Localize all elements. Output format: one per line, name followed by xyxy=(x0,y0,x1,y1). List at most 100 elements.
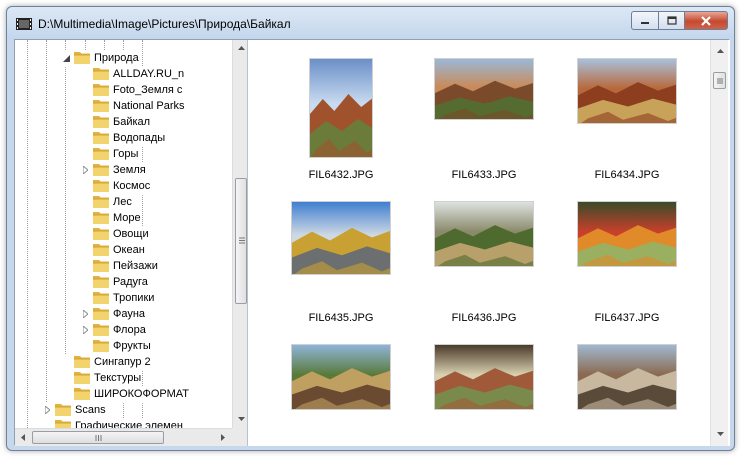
folder-icon xyxy=(74,50,94,67)
tree-vertical-scrollbar[interactable] xyxy=(232,40,247,428)
tree-item-label: ALLDAY.RU_n xyxy=(113,68,185,80)
tree-guide-line xyxy=(46,40,47,428)
scroll-right-arrow-icon[interactable] xyxy=(215,429,231,445)
collapsed-arrow-icon[interactable] xyxy=(42,405,52,415)
collapsed-arrow-icon[interactable] xyxy=(80,325,90,335)
tree-hscroll-thumb[interactable] xyxy=(32,431,164,444)
folder-icon xyxy=(93,194,113,211)
minimize-button[interactable] xyxy=(631,11,658,30)
tree-item[interactable]: National Parks xyxy=(80,98,185,114)
tree-item-label: Радуга xyxy=(113,276,148,288)
thumbnail-item[interactable]: FIL6432.JPG xyxy=(274,56,408,186)
thumbnail-item[interactable]: FIL6434.JPG xyxy=(560,56,694,186)
tree-item[interactable]: Scans xyxy=(42,402,106,418)
thumbnail-item[interactable]: FIL6436.JPG xyxy=(417,199,551,329)
tree-item[interactable]: Графические элемен xyxy=(42,418,183,428)
folder-icon xyxy=(93,306,113,323)
no-expander xyxy=(80,101,90,111)
folder-icon xyxy=(93,258,113,275)
photo-rocky-hillside xyxy=(434,58,534,120)
folder-icon xyxy=(93,338,113,355)
tree-item-label: Океан xyxy=(113,244,145,256)
tree-item[interactable]: Космос xyxy=(80,178,151,195)
scroll-down-arrow-icon[interactable] xyxy=(712,426,728,442)
thumbnails-scroll-thumb[interactable] xyxy=(713,72,726,89)
tree-item-label: Foto_Земля с xyxy=(113,84,183,96)
tree-item-label: Природа xyxy=(94,52,139,64)
tree-item[interactable]: Байкал xyxy=(80,114,151,131)
tree-item-label: Scans xyxy=(75,404,106,416)
tree-item[interactable]: Океан xyxy=(80,242,145,258)
tree-item[interactable]: Лес xyxy=(80,194,132,210)
tree-item[interactable]: Сингапур 2 xyxy=(61,354,151,370)
tree-item-label: Текстуры xyxy=(94,372,142,384)
tree-item[interactable]: ALLDAY.RU_n xyxy=(80,66,185,82)
folder-icon xyxy=(93,162,113,179)
folder-icon xyxy=(93,178,113,195)
tree-item[interactable]: Земля xyxy=(80,162,146,178)
folder-icon xyxy=(93,98,113,115)
photo-misty-forest xyxy=(434,201,534,267)
tree-scroll-thumb[interactable] xyxy=(235,178,247,304)
tree-item[interactable]: Фрукты xyxy=(80,338,151,354)
tree-item[interactable]: ШИРОКОФОРМАТ xyxy=(61,386,189,402)
no-expander xyxy=(61,389,71,399)
tree-item[interactable]: Флора xyxy=(80,322,146,338)
tree-guide-line xyxy=(27,40,28,428)
collapsed-arrow-icon[interactable] xyxy=(80,309,90,319)
tree-item[interactable]: Природа xyxy=(61,50,139,66)
tree-item[interactable]: Овощи xyxy=(80,226,149,242)
tree-item[interactable]: Тропики xyxy=(80,290,155,306)
tree-item[interactable]: Foto_Земля с xyxy=(80,82,183,99)
title-bar[interactable]: D:\Multimedia\Image\Pictures\Природа\Бай… xyxy=(7,7,734,39)
thumbnail-pane: FIL6432.JPG FIL6433.JPG FIL6434.JPG FIL6435… xyxy=(248,40,730,446)
tree-item[interactable]: Пейзажи xyxy=(80,258,158,274)
photo-autumn-cliffs xyxy=(577,58,677,124)
no-expander xyxy=(61,373,71,383)
folder-icon xyxy=(93,322,113,339)
tree-item[interactable]: Фауна xyxy=(80,306,146,323)
expanded-arrow-icon[interactable] xyxy=(61,53,71,63)
film-strip-icon xyxy=(16,18,32,30)
no-expander xyxy=(80,229,90,239)
folder-icon xyxy=(93,82,113,99)
tree-item[interactable]: Горы xyxy=(80,146,139,162)
maximize-button[interactable] xyxy=(658,11,684,30)
thumbnails-vertical-scrollbar[interactable] xyxy=(710,40,728,446)
close-button[interactable] xyxy=(684,11,728,30)
no-expander xyxy=(80,133,90,143)
scroll-down-arrow-icon[interactable] xyxy=(233,411,247,427)
photo-lichen-macro xyxy=(434,344,534,410)
folder-icon xyxy=(55,402,75,419)
no-expander xyxy=(80,85,90,95)
tree-horizontal-scrollbar[interactable] xyxy=(15,428,232,446)
thumbnail-item[interactable]: FIL6437.JPG xyxy=(560,199,694,329)
tree-item[interactable]: Радуга xyxy=(80,274,148,290)
folder-icon xyxy=(93,130,113,147)
thumbnail-item[interactable]: FIL6433.JPG xyxy=(417,56,551,186)
scroll-up-arrow-icon[interactable] xyxy=(233,40,247,56)
scroll-left-arrow-icon[interactable] xyxy=(15,429,31,445)
photo-red-leaves-macro xyxy=(577,201,677,267)
scroll-up-arrow-icon[interactable] xyxy=(712,43,728,59)
thumbnail-item[interactable]: FIL6435.JPG xyxy=(274,199,408,329)
minimize-icon xyxy=(641,21,649,24)
tree-item[interactable]: Море xyxy=(80,210,141,226)
no-expander xyxy=(61,357,71,367)
tree-item[interactable]: Водопады xyxy=(80,130,166,147)
folder-icon xyxy=(93,114,113,131)
tree-item-label: Земля xyxy=(113,164,146,176)
collapsed-arrow-icon[interactable] xyxy=(80,165,90,175)
tree-item-label: National Parks xyxy=(113,100,185,112)
no-expander xyxy=(80,117,90,127)
thumbnail-item[interactable] xyxy=(274,342,408,446)
thumbnail-item[interactable] xyxy=(417,342,551,446)
tree-item[interactable]: Текстуры xyxy=(61,370,142,386)
window-title: D:\Multimedia\Image\Pictures\Природа\Бай… xyxy=(38,17,291,31)
thumbnail-item[interactable] xyxy=(560,342,694,446)
tree-item-label: Лес xyxy=(113,196,132,208)
folder-icon xyxy=(93,226,113,243)
folder-icon xyxy=(55,418,75,428)
tree-item-label: ШИРОКОФОРМАТ xyxy=(94,388,189,400)
no-expander xyxy=(42,421,52,428)
